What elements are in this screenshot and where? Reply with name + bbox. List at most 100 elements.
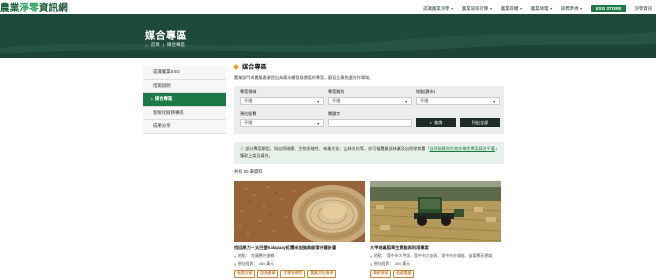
sidebar-item-esg[interactable]: 認識農業ESG bbox=[143, 66, 226, 80]
project-title[interactable]: 找回原力－太巴塱Kalapaay紅糯米加強與部落守護計畫 bbox=[234, 245, 365, 251]
project-tags: 長期方案 部落產業 生物多樣性 農業文化傳承 bbox=[234, 269, 365, 278]
project-card[interactable]: 大甲地區稻草生質能再利用專案 ⌖ 地點： 臺中市大甲區、臺中市大安區、臺中市外埔區、… bbox=[370, 181, 501, 278]
select-value: 不限 bbox=[332, 98, 341, 103]
select-value: 不限 bbox=[420, 98, 429, 103]
nav-label: 農業綠電 bbox=[530, 5, 549, 11]
money-icon: $ bbox=[234, 261, 237, 267]
budget-value: 450 萬元 bbox=[258, 261, 275, 266]
keyword-input[interactable] bbox=[328, 119, 412, 127]
search-icon: ⌕ bbox=[429, 120, 432, 125]
filter-panel: 專案領域 不限 ▼ 專案類別 不限 ▼ 地點(縣市) 不限 ▼ 預估經費 不限 ▼ 關鍵… bbox=[234, 86, 504, 134]
nav-item-net-zero-info[interactable]: 淨零資訊 bbox=[630, 6, 656, 12]
location-label: 地點： bbox=[373, 253, 386, 258]
sidebar-item-label: 措施說明 bbox=[153, 82, 171, 88]
nav-item-esg-store[interactable]: ESG STORE bbox=[587, 5, 631, 12]
type-select[interactable]: 不限 ▼ bbox=[328, 97, 412, 105]
project-location: ⌖ 地點： 臺中市大甲區、臺中市大安區、臺中市外埔區、苗栗縣苑裡鎮 bbox=[370, 253, 501, 259]
tag[interactable]: 部落產業 bbox=[257, 269, 279, 278]
nav-label: 認識農業淨零 bbox=[423, 5, 450, 11]
tag[interactable]: 低碳農業 bbox=[393, 269, 415, 278]
result-count: 共有 50 筆資料 bbox=[234, 169, 263, 174]
nav-label: 農業碳權 bbox=[500, 5, 519, 11]
notice-text: 部分專案類型，如自然碳匯、生物多樣性、林業文化、山林文化等，亦可福農業部林業及自… bbox=[245, 146, 430, 151]
budget-label: 預估經費 bbox=[240, 111, 257, 116]
info-icon: ⓘ bbox=[240, 146, 245, 151]
site-logo[interactable]: 農業淨零資訊網 bbox=[0, 0, 68, 14]
region-label: 地點(縣市) bbox=[416, 89, 436, 94]
sidebar-item-label: 客製化服務專區 bbox=[153, 109, 184, 115]
breadcrumb-current: 媒合專區 bbox=[166, 42, 185, 47]
location-value: 臺中市大甲區、臺中市大安區、臺中市外埔區、苗栗縣苑裡鎮 bbox=[386, 253, 492, 258]
budget-select[interactable]: 不限 ▼ bbox=[240, 119, 324, 127]
page-title: 媒合專區 bbox=[145, 31, 187, 42]
select-value: 不限 bbox=[244, 98, 253, 103]
tag[interactable]: 長期方案 bbox=[234, 269, 256, 278]
select-value: 不限 bbox=[244, 120, 253, 125]
type-label: 專案類別 bbox=[328, 89, 345, 94]
chevron-down-icon: ▼ bbox=[450, 6, 454, 11]
notice-box: ⓘ 部分專案類型，如自然碳匯、生物多樣性、林業文化、山林文化等，亦可福農業部林業… bbox=[234, 142, 504, 164]
sidebar-item-custom-service[interactable]: 客製化服務專區 bbox=[143, 106, 226, 120]
sidebar-item-label: 認識農業ESG bbox=[153, 69, 180, 75]
project-card[interactable]: 找回原力－太巴塱Kalapaay紅糯米加強與部落守護計畫 ⌖ 地點： 花蓮縣光復鄉 … bbox=[234, 181, 365, 278]
tag[interactable]: 生物多樣性 bbox=[280, 269, 306, 278]
nav-label: 農業碳排計算 bbox=[461, 5, 489, 11]
search-button[interactable]: ⌕ 查詢 bbox=[416, 118, 456, 127]
tag[interactable]: 農業文化傳承 bbox=[307, 269, 337, 278]
sidebar-item-results[interactable]: 成果分享 bbox=[143, 120, 226, 134]
location-value: 花蓮縣光復鄉 bbox=[250, 253, 275, 258]
home-icon[interactable]: ⌂ bbox=[145, 43, 148, 48]
list-all-button[interactable]: 列出全部 bbox=[460, 118, 500, 127]
project-image-rice-basket[interactable] bbox=[234, 181, 365, 242]
chevron-down-icon: ▼ bbox=[489, 6, 493, 11]
keyword-label: 關鍵字 bbox=[328, 111, 341, 116]
section-title: 媒合專區 bbox=[242, 64, 267, 71]
nav-item-carbon-standard[interactable]: 碳標準規 ▼ bbox=[557, 6, 587, 12]
chevron-down-icon: ▼ bbox=[549, 6, 553, 11]
top-nav: 認識農業淨零 ▼ 農業碳排計算 ▼ 農業碳權 ▼ 農業綠電 ▼ 碳標準規 ▼ ESG ST… bbox=[419, 5, 656, 12]
logo-highlight: 淨零 bbox=[19, 3, 39, 14]
project-image-tractor-field[interactable] bbox=[370, 181, 501, 242]
map-pin-icon: ⌖ bbox=[234, 253, 237, 259]
nav-item-green-power[interactable]: 農業綠電 ▼ bbox=[527, 6, 557, 12]
chevron-down-icon: ▼ bbox=[404, 99, 408, 104]
nav-label: 淨零資訊 bbox=[634, 5, 652, 11]
logo-prefix: 農業 bbox=[0, 3, 20, 14]
project-budget: $ 預估經費： 450 萬元 bbox=[234, 261, 365, 267]
field-select[interactable]: 不限 ▼ bbox=[240, 97, 324, 105]
project-budget: $ 預估經費： 300 萬元 bbox=[370, 261, 501, 267]
location-label: 地點： bbox=[237, 253, 250, 258]
chevron-down-icon: ▼ bbox=[579, 6, 583, 11]
nav-item-carbon-calc[interactable]: 農業碳排計算 ▼ bbox=[458, 6, 497, 12]
sidebar-item-matching[interactable]: 媒合專區 bbox=[143, 93, 226, 107]
budget-value: 300 萬元 bbox=[394, 261, 411, 266]
tag[interactable]: 減碳專案 bbox=[370, 269, 392, 278]
chevron-down-icon: ▼ bbox=[492, 99, 496, 104]
project-location: ⌖ 地點： 花蓮縣光復鄉 bbox=[234, 253, 365, 259]
money-icon: $ bbox=[370, 261, 373, 267]
sidebar-item-measures[interactable]: 措施說明 bbox=[143, 79, 226, 93]
logo-suffix: 資訊網 bbox=[38, 3, 68, 14]
region-select[interactable]: 不限 ▼ bbox=[416, 97, 500, 105]
breadcrumb-home[interactable]: 首頁 bbox=[151, 42, 160, 48]
breadcrumb: ⌂ 首頁 / 媒合專區 bbox=[145, 42, 185, 48]
chevron-down-icon: ▼ bbox=[316, 99, 320, 104]
main-content: 媒合專區 農業部門與農業產業提出具備永續發展價值的專案，歡迎企業挑選合作場域。 … bbox=[233, 60, 506, 278]
page-banner: 媒合專區 ⌂ 首頁 / 媒合專區 bbox=[0, 14, 656, 58]
notice-link[interactable]: 自然碳匯與生物多樣性專案媒合平臺 bbox=[429, 146, 495, 151]
section-heading: 媒合專區 bbox=[233, 62, 506, 71]
project-tags: 減碳專案 低碳農業 bbox=[370, 269, 501, 278]
nav-item-carbon-credit[interactable]: 農業碳權 ▼ bbox=[497, 6, 527, 12]
field-label: 專案領域 bbox=[240, 89, 257, 94]
project-title[interactable]: 大甲地區稻草生質能再利用專案 bbox=[370, 245, 501, 251]
sidebar-item-label: 媒合專區 bbox=[154, 96, 173, 102]
section-description: 農業部門與農業產業提出具備永續發展價值的專案，歡迎企業挑選合作場域。 bbox=[234, 75, 374, 80]
esg-store-button[interactable]: ESG STORE bbox=[590, 5, 627, 12]
budget-label: 預估經費： bbox=[237, 261, 258, 266]
search-label: 查詢 bbox=[433, 119, 443, 125]
diamond-icon bbox=[233, 63, 239, 70]
nav-item-net-zero[interactable]: 認識農業淨零 ▼ bbox=[419, 6, 458, 12]
budget-label: 預估經費： bbox=[373, 261, 394, 266]
chevron-down-icon: ▼ bbox=[519, 6, 523, 11]
map-pin-icon: ⌖ bbox=[370, 253, 373, 259]
